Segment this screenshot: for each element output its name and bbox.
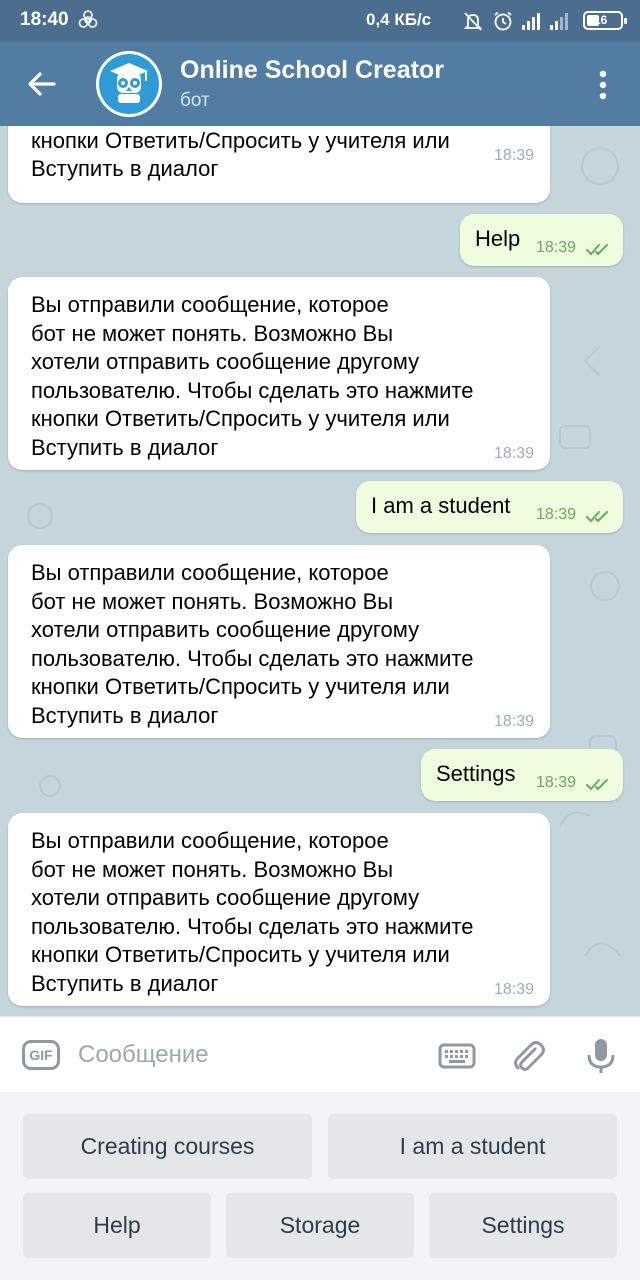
chat-subtitle: бот (180, 90, 210, 111)
double-check-icon (586, 244, 608, 256)
message-time: 18:39 (536, 239, 577, 256)
message-time: 18:39 (494, 713, 535, 730)
message-bubble-incoming[interactable]: Вы отправили сообщение, которое бот не м… (8, 813, 550, 1006)
message-text: Вы отправили сообщение, которое бот не м… (31, 828, 474, 996)
message-composer: GIF (0, 1016, 640, 1092)
message-input[interactable] (78, 1035, 408, 1075)
message-bubble-incoming[interactable]: Вы отправили сообщение, которое бот не м… (8, 277, 550, 470)
message-time: 18:39 (494, 981, 535, 998)
alarm-icon (494, 11, 512, 31)
keyboard-button-help[interactable]: Help (23, 1193, 211, 1257)
mute-icon (463, 12, 483, 31)
back-arrow-icon[interactable] (26, 68, 58, 100)
battery-icon: 16 (583, 11, 627, 30)
microphone-icon[interactable] (582, 1037, 620, 1075)
double-check-icon (586, 511, 608, 523)
message-text: Help (475, 226, 521, 251)
keyboard-button-i-am-a-student[interactable]: I am a student (328, 1114, 617, 1178)
message-bubble-outgoing[interactable]: I am a student 18:39 (356, 481, 623, 533)
message-text: Settings (436, 761, 516, 786)
message-text: Вы отправили сообщение, которое бот не м… (31, 292, 474, 460)
chat-messages[interactable]: пользователю. Чтобы сделать это нажмите … (0, 126, 640, 1016)
network-speed: 0,4 КБ/с (366, 10, 432, 29)
message-time: 18:39 (536, 506, 577, 523)
more-vertical-icon[interactable] (590, 68, 616, 102)
chat-header: Online School Creator бот (0, 42, 640, 126)
bot-avatar[interactable] (96, 51, 162, 117)
message-time: 18:39 (494, 147, 535, 164)
graduate-owl-icon (99, 54, 159, 114)
keyboard-button-settings[interactable]: Settings (429, 1193, 617, 1257)
message-bubble-outgoing[interactable]: Settings 18:39 (421, 749, 623, 801)
keyboard-button-storage[interactable]: Storage (226, 1193, 414, 1257)
signal-icon (522, 13, 540, 30)
message-bubble-incoming[interactable]: пользователю. Чтобы сделать это нажмите … (8, 126, 550, 203)
battery-level: 16 (594, 13, 608, 27)
double-check-icon (586, 779, 608, 791)
status-bar: 18:40 0,4 КБ/с 16 (0, 0, 640, 42)
status-time: 18:40 (20, 9, 69, 30)
keyboard-icon[interactable] (438, 1037, 476, 1075)
message-text: Вы отправили сообщение, которое бот не м… (31, 560, 474, 728)
message-bubble-incoming[interactable]: Вы отправили сообщение, которое бот не м… (8, 545, 550, 738)
message-bubble-outgoing[interactable]: Help 18:39 (460, 214, 623, 266)
biohazard-icon (78, 10, 98, 28)
chat-title[interactable]: Online School Creator (180, 56, 444, 85)
message-time: 18:39 (536, 774, 577, 791)
gif-icon[interactable]: GIF (22, 1040, 60, 1070)
message-text: пользователю. Чтобы сделать это нажмите … (31, 127, 450, 182)
attach-icon[interactable] (510, 1037, 548, 1075)
message-time: 18:39 (494, 445, 535, 462)
keyboard-button-creating-courses[interactable]: Creating courses (23, 1114, 312, 1178)
message-text: I am a student (371, 493, 511, 518)
bot-reply-keyboard: Creating courses I am a student Help Sto… (0, 1092, 640, 1280)
signal-icon (550, 13, 568, 30)
